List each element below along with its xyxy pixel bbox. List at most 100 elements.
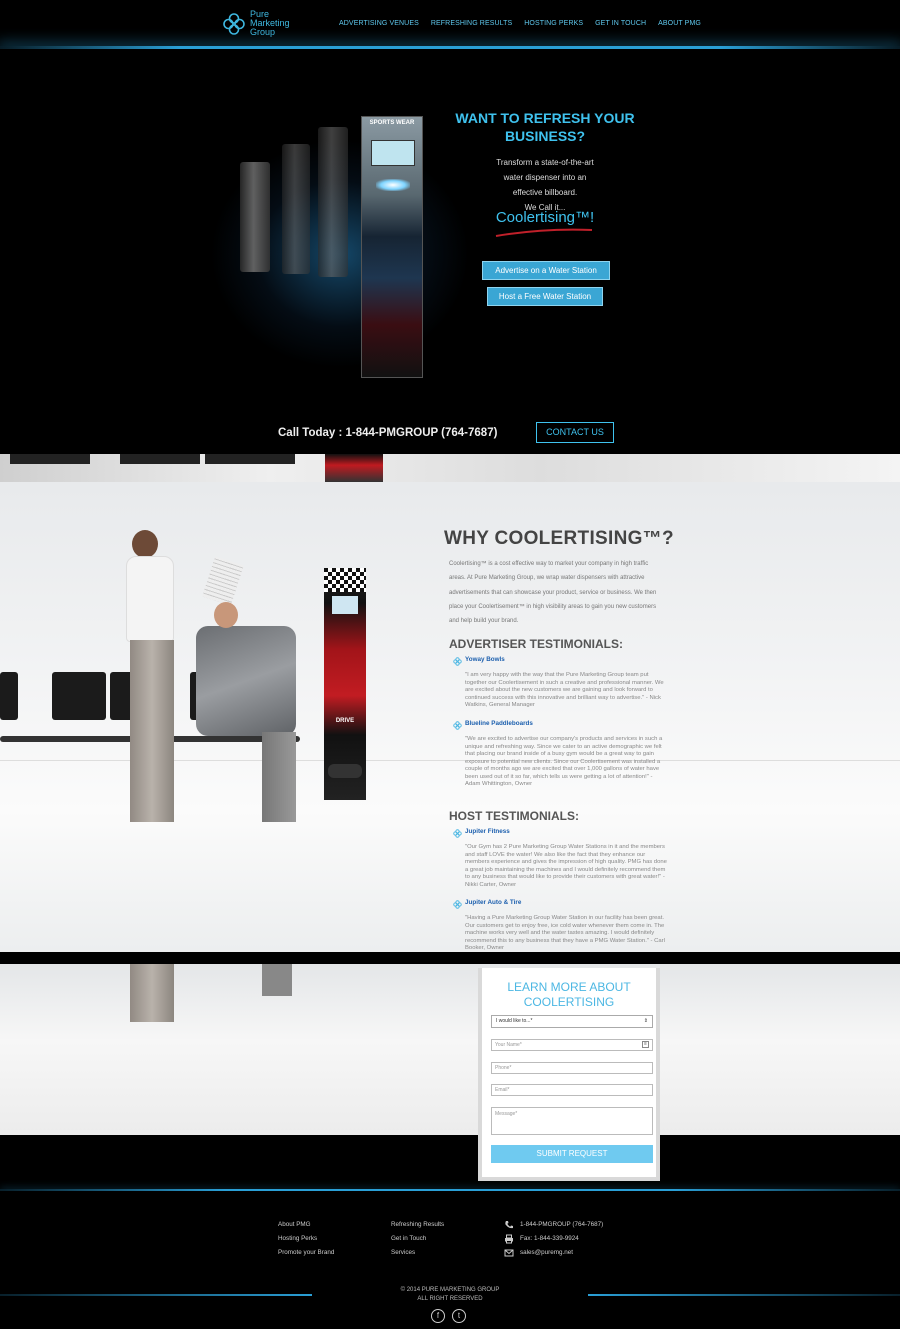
contact-card-icon: ≡ xyxy=(642,1041,649,1048)
footer-bottom-line-right xyxy=(588,1294,900,1296)
footer-link-services[interactable]: Services xyxy=(391,1246,444,1260)
testimonial-quote: "Having a Pure Marketing Group Water Sta… xyxy=(465,915,665,951)
footer-fax-line: Fax: 1-844-339-9924 xyxy=(504,1232,603,1246)
dispenser-brand-text: SPORTS WEAR xyxy=(369,120,415,126)
footer-link-about[interactable]: About PMG xyxy=(278,1218,334,1232)
dispenser-screen xyxy=(332,596,358,614)
select-arrows-icon: ⇕ xyxy=(643,1018,648,1024)
testimonial-quote: "Our Gym has 2 Pure Marketing Group Wate… xyxy=(465,844,667,888)
advertise-water-station-button[interactable]: Advertise on a Water Station xyxy=(482,261,610,280)
footer-email-link[interactable]: sales@puremg.net xyxy=(520,1246,573,1260)
phone-field[interactable]: Phone* xyxy=(491,1062,653,1074)
footer-phone: 1-844-PMGROUP (764-7687) xyxy=(520,1221,604,1228)
form-heading-line: LEARN MORE ABOUT xyxy=(507,980,631,994)
hero-headline: WANT TO REFRESH YOUR BUSINESS? xyxy=(455,110,635,144)
footer-contact-info: 1-844-PMGROUP (764-7687) Fax: 1-844-339-… xyxy=(504,1218,603,1261)
checkered-flag-shape xyxy=(324,568,366,592)
chair-shape xyxy=(10,454,90,464)
footer xyxy=(0,1191,900,1329)
footer-link-get-in-touch[interactable]: Get in Touch xyxy=(391,1232,444,1246)
form-heading-line: COOLERTISING xyxy=(523,995,615,1009)
copyright-line: © 2014 PURE MARKETING GROUP xyxy=(400,1287,500,1293)
nav-advertising-venues[interactable]: ADVERTISING VENUES xyxy=(339,20,419,27)
footer-links-col-2: Refreshing Results Get in Touch Services xyxy=(391,1218,444,1261)
man-figure-head xyxy=(214,602,238,628)
woman-figure-blouse xyxy=(126,556,174,642)
woman-figure-head xyxy=(132,530,158,558)
footer-links-col-1: About PMG Hosting Perks Promote your Bra… xyxy=(278,1218,334,1261)
footer-link-hosting-perks[interactable]: Hosting Perks xyxy=(278,1232,334,1246)
testimonial-company: Yoway Bowls xyxy=(465,656,505,663)
nav-hosting-perks[interactable]: HOSTING PERKS xyxy=(524,20,583,27)
facebook-icon[interactable]: f xyxy=(431,1309,445,1323)
clover-logo-icon xyxy=(223,12,245,35)
footer-fax: Fax: 1-844-339-9924 xyxy=(520,1235,579,1243)
form-heading: LEARN MORE ABOUT COOLERTISING xyxy=(482,980,656,1010)
section-divider xyxy=(0,952,900,964)
chair-shape xyxy=(205,454,295,464)
black-band xyxy=(0,1135,900,1190)
footer-link-refreshing-results[interactable]: Refreshing Results xyxy=(391,1218,444,1232)
nav-about-pmg[interactable]: ABOUT PMG xyxy=(658,20,701,27)
dispenser-strip-shape xyxy=(325,454,383,482)
woman-figure-legs-reflection xyxy=(130,964,174,1022)
name-field[interactable]: Your Name* ≡ xyxy=(491,1039,653,1051)
submit-request-button[interactable]: SUBMIT REQUEST xyxy=(491,1145,653,1163)
select-value: I would like to...* xyxy=(496,1018,533,1024)
logo-text: Pure Marketing Group xyxy=(250,10,310,37)
dispenser-light xyxy=(376,179,410,191)
nav-refreshing-results[interactable]: REFRESHING RESULTS xyxy=(431,20,512,27)
interest-select[interactable]: I would like to...* ⇕ xyxy=(491,1015,653,1028)
nav-get-in-touch[interactable]: GET IN TOUCH xyxy=(595,20,646,27)
water-dispenser-image: SPORTS WEAR xyxy=(361,116,423,378)
hero-section: SPORTS WEAR WANT TO REFRESH YOUR BUSINES… xyxy=(0,49,900,454)
advertiser-testimonials-heading: ADVERTISER TESTIMONIALS: xyxy=(449,637,624,651)
man-figure-legs-reflection xyxy=(262,964,292,996)
printer-icon xyxy=(505,1234,513,1244)
dispenser-ghost-3 xyxy=(318,127,348,277)
twitter-icon[interactable]: t xyxy=(452,1309,466,1323)
host-testimonials-heading: HOST TESTIMONIALS: xyxy=(449,809,579,823)
red-swoosh-icon xyxy=(495,228,593,237)
footer-link-promote-brand[interactable]: Promote your Brand xyxy=(278,1246,334,1260)
clover-bullet-icon xyxy=(453,900,462,909)
clover-bullet-icon xyxy=(453,829,462,838)
testimonial-company: Jupiter Fitness xyxy=(465,828,510,835)
copyright: © 2014 PURE MARKETING GROUP ALL RIGHT RE… xyxy=(350,1286,550,1304)
contact-us-button[interactable]: CONTACT US xyxy=(536,422,614,443)
main-nav: ADVERTISING VENUES REFRESHING RESULTS HO… xyxy=(339,20,701,27)
testimonial-company: Jupiter Auto & Tire xyxy=(465,899,522,906)
email-placeholder: Email* xyxy=(495,1087,510,1093)
testimonial-company: Blueline Paddleboards xyxy=(465,720,533,727)
phone-placeholder: Phone* xyxy=(495,1065,512,1071)
pmg-logo[interactable]: Pure Marketing Group xyxy=(222,10,310,37)
learn-more-form: LEARN MORE ABOUT COOLERTISING I would li… xyxy=(478,968,660,1181)
hero-text-line: Transform a state-of-the-art xyxy=(496,158,594,167)
coolertising-tagline: Coolertising™! xyxy=(495,209,595,226)
logo-line-3: Group xyxy=(250,27,276,37)
name-placeholder: Your Name* xyxy=(495,1042,522,1048)
dispenser-ghost-2 xyxy=(282,144,310,274)
top-navigation-bar: Pure Marketing Group ADVERTISING VENUES … xyxy=(0,0,900,48)
copyright-line: ALL RIGHT RESERVED xyxy=(417,1296,483,1302)
man-figure-legs xyxy=(262,732,296,822)
message-field[interactable]: Message* xyxy=(491,1107,653,1135)
advertising-dispenser-image: DRIVE xyxy=(324,568,366,800)
chair-shape xyxy=(52,672,106,720)
message-placeholder: Message* xyxy=(495,1111,518,1117)
why-coolertising-heading: WHY COOLERTISING™? xyxy=(444,528,674,549)
call-today-text: Call Today : 1-844-PMGROUP (764-7687) xyxy=(278,427,498,439)
why-coolertising-body: Coolertising™ is a cost effective way to… xyxy=(449,561,657,625)
host-water-station-button[interactable]: Host a Free Water Station xyxy=(487,287,603,306)
lobby-photo-strip xyxy=(0,454,900,482)
phone-icon xyxy=(505,1221,513,1229)
car-shape xyxy=(328,764,362,778)
chair-shape xyxy=(120,454,200,464)
footer-email-line: sales@puremg.net xyxy=(504,1246,603,1260)
clover-bullet-icon xyxy=(453,721,462,730)
hero-text-line: effective billboard. xyxy=(512,188,578,197)
clover-bullet-icon xyxy=(453,657,462,666)
email-field[interactable]: Email* xyxy=(491,1084,653,1096)
testimonial-quote: "We are excited to advertise our company… xyxy=(465,736,663,787)
footer-phone-line: 1-844-PMGROUP (764-7687) xyxy=(504,1218,603,1232)
